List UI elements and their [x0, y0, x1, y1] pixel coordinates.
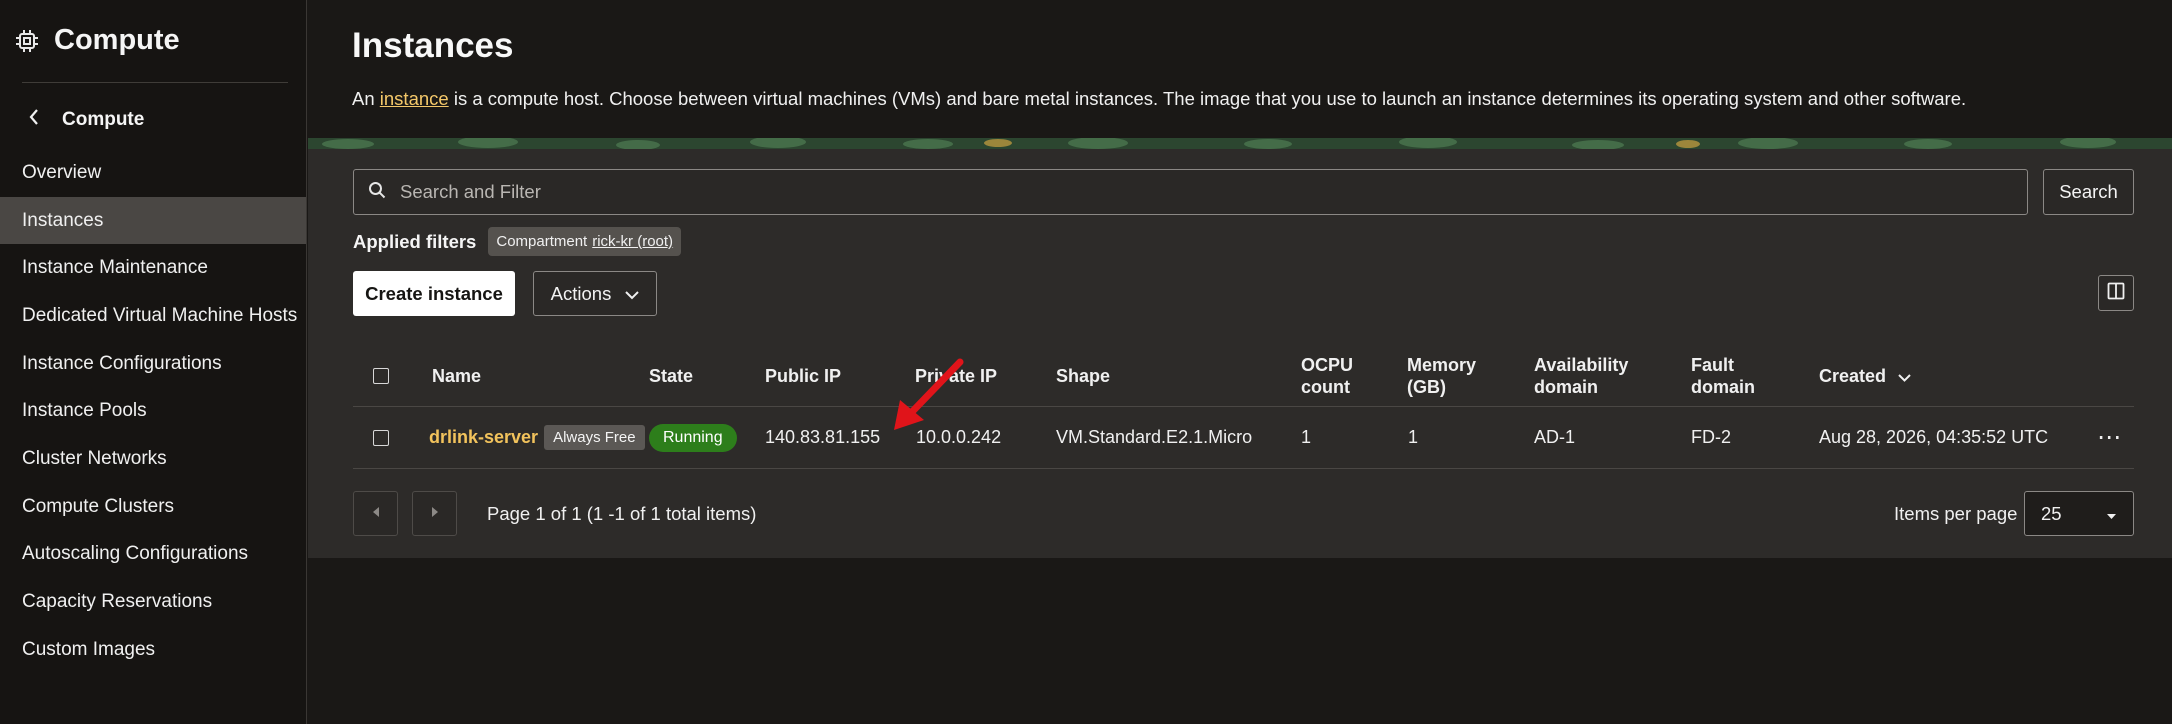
sidebar-item-custom-images[interactable]: Custom Images	[0, 626, 306, 674]
back-link-label: Compute	[62, 108, 145, 130]
search-button[interactable]: Search	[2043, 169, 2134, 215]
sidebar-item-instance-maintenance[interactable]: Instance Maintenance	[0, 244, 306, 292]
column-header-created[interactable]: Created	[1819, 345, 1911, 406]
row-actions-cell: ⋯	[2097, 407, 2122, 468]
more-icon[interactable]: ⋯	[2097, 423, 2122, 452]
sidebar-item-compute-clusters[interactable]: Compute Clusters	[0, 483, 306, 531]
created-cell: Aug 28, 2026, 04:35:52 UTC	[1819, 427, 2049, 447]
caret-down-icon	[2106, 503, 2117, 525]
ad-header-line2: domain	[1534, 376, 1599, 397]
back-to-compute-link[interactable]: Compute	[28, 108, 144, 131]
actions-menu-button[interactable]: Actions	[533, 271, 657, 316]
sidebar-item-overview[interactable]: Overview	[0, 149, 306, 197]
select-all-checkbox[interactable]	[373, 367, 389, 384]
filter-chip-value[interactable]: rick-kr (root)	[592, 233, 673, 250]
caret-right-icon	[431, 505, 439, 523]
decorative-leaf-banner	[308, 138, 2172, 149]
sidebar-item-autoscaling-configurations[interactable]: Autoscaling Configurations	[0, 531, 306, 579]
state-cell: Running	[649, 407, 737, 468]
column-header-fault-domain[interactable]: Fault domain	[1691, 345, 1755, 406]
sidebar-title: Compute	[54, 24, 180, 56]
chevron-left-icon	[28, 108, 40, 131]
page-title: Instances	[352, 26, 514, 65]
instances-table: Name State Public IP Private IP Shape OC…	[353, 345, 2134, 469]
column-header-shape[interactable]: Shape	[1056, 345, 1110, 406]
instance-doc-link[interactable]: instance	[380, 88, 449, 109]
header-select-cell	[373, 345, 389, 406]
caret-left-icon	[372, 505, 380, 523]
sidebar-item-cluster-networks[interactable]: Cluster Networks	[0, 435, 306, 483]
table-header: Name State Public IP Private IP Shape OC…	[353, 345, 2134, 407]
instance-name-link[interactable]: drlink-server	[429, 427, 538, 448]
column-header-ocpu[interactable]: OCPU count	[1301, 345, 1353, 406]
main-content: Instances An instance is a compute host.…	[308, 0, 2172, 724]
fd-header-line1: Fault	[1691, 354, 1734, 375]
annotation-arrow-icon	[894, 358, 964, 430]
name-cell: drlink-server Always Free	[429, 407, 645, 468]
ocpu-cell: 1	[1301, 427, 1312, 447]
status-badge: Running	[649, 423, 737, 452]
actions-label: Actions	[550, 282, 612, 304]
items-per-page-value: 25	[2041, 502, 2062, 524]
sidebar-header: Compute	[14, 24, 180, 57]
fault-domain-cell: FD-2	[1691, 427, 1731, 447]
sidebar-item-dedicated-vm-hosts[interactable]: Dedicated Virtual Machine Hosts	[0, 292, 306, 340]
sidebar: Compute Compute Overview Instances Insta…	[0, 0, 307, 724]
row-checkbox[interactable]	[373, 429, 389, 446]
description-prefix: An	[352, 88, 380, 109]
row-select-cell	[373, 407, 389, 468]
items-per-page-select[interactable]: 25	[2024, 491, 2134, 536]
ocpu-header-line1: OCPU	[1301, 354, 1354, 375]
compartment-filter-chip[interactable]: Compartment rick-kr (root)	[488, 227, 682, 256]
availability-domain-cell: AD-1	[1534, 427, 1576, 447]
filter-chip-key: Compartment	[496, 233, 588, 250]
search-input[interactable]	[400, 181, 2027, 203]
ad-header-line1: Availability	[1534, 354, 1629, 375]
table-row: drlink-server Always Free Running 140.83…	[353, 407, 2134, 469]
pagination-info: Page 1 of 1 (1 -1 of 1 total items)	[487, 503, 757, 524]
columns-icon	[2107, 282, 2125, 305]
column-header-public-ip[interactable]: Public IP	[765, 345, 841, 406]
sort-chevron-down-icon	[1898, 365, 1911, 387]
sidebar-item-instances[interactable]: Instances	[0, 196, 306, 245]
items-per-page-label: Items per page	[1894, 503, 2018, 524]
ocpu-header-line2: count	[1301, 376, 1350, 397]
manage-columns-button[interactable]	[2098, 275, 2134, 311]
chip-icon	[14, 28, 40, 54]
applied-filters: Applied filters Compartment rick-kr (roo…	[353, 227, 682, 256]
applied-filters-label: Applied filters	[353, 230, 477, 252]
created-header-label: Created	[1819, 365, 1887, 386]
description-suffix: is a compute host. Choose between virtua…	[448, 88, 1967, 109]
shape-cell: VM.Standard.E2.1.Micro	[1056, 427, 1253, 447]
sidebar-item-instance-configurations[interactable]: Instance Configurations	[0, 340, 306, 388]
sidebar-item-instance-pools[interactable]: Instance Pools	[0, 387, 306, 435]
sidebar-nav: Overview Instances Instance Maintenance …	[0, 149, 306, 674]
next-page-button[interactable]	[412, 491, 457, 536]
page-description: An instance is a compute host. Choose be…	[352, 88, 1966, 110]
create-instance-button[interactable]: Create instance	[353, 271, 515, 316]
column-header-availability-domain[interactable]: Availability domain	[1534, 345, 1628, 406]
search-box[interactable]	[353, 169, 2028, 215]
fd-header-line2: domain	[1691, 376, 1756, 397]
memory-header-line2: (GB)	[1407, 376, 1446, 397]
public-ip-cell: 140.83.81.155	[765, 427, 881, 447]
column-header-name[interactable]: Name	[432, 345, 481, 406]
previous-page-button[interactable]	[353, 491, 398, 536]
column-header-memory[interactable]: Memory (GB)	[1407, 345, 1476, 406]
sidebar-item-capacity-reservations[interactable]: Capacity Reservations	[0, 578, 306, 626]
memory-header-line1: Memory	[1407, 354, 1477, 375]
search-icon	[368, 181, 386, 204]
chevron-down-icon	[625, 283, 640, 305]
always-free-badge: Always Free	[544, 425, 645, 450]
sidebar-divider	[22, 82, 288, 83]
instances-panel: Search Applied filters Compartment rick-…	[308, 149, 2172, 558]
memory-cell: 1	[1408, 427, 1419, 447]
column-header-state[interactable]: State	[649, 345, 693, 406]
